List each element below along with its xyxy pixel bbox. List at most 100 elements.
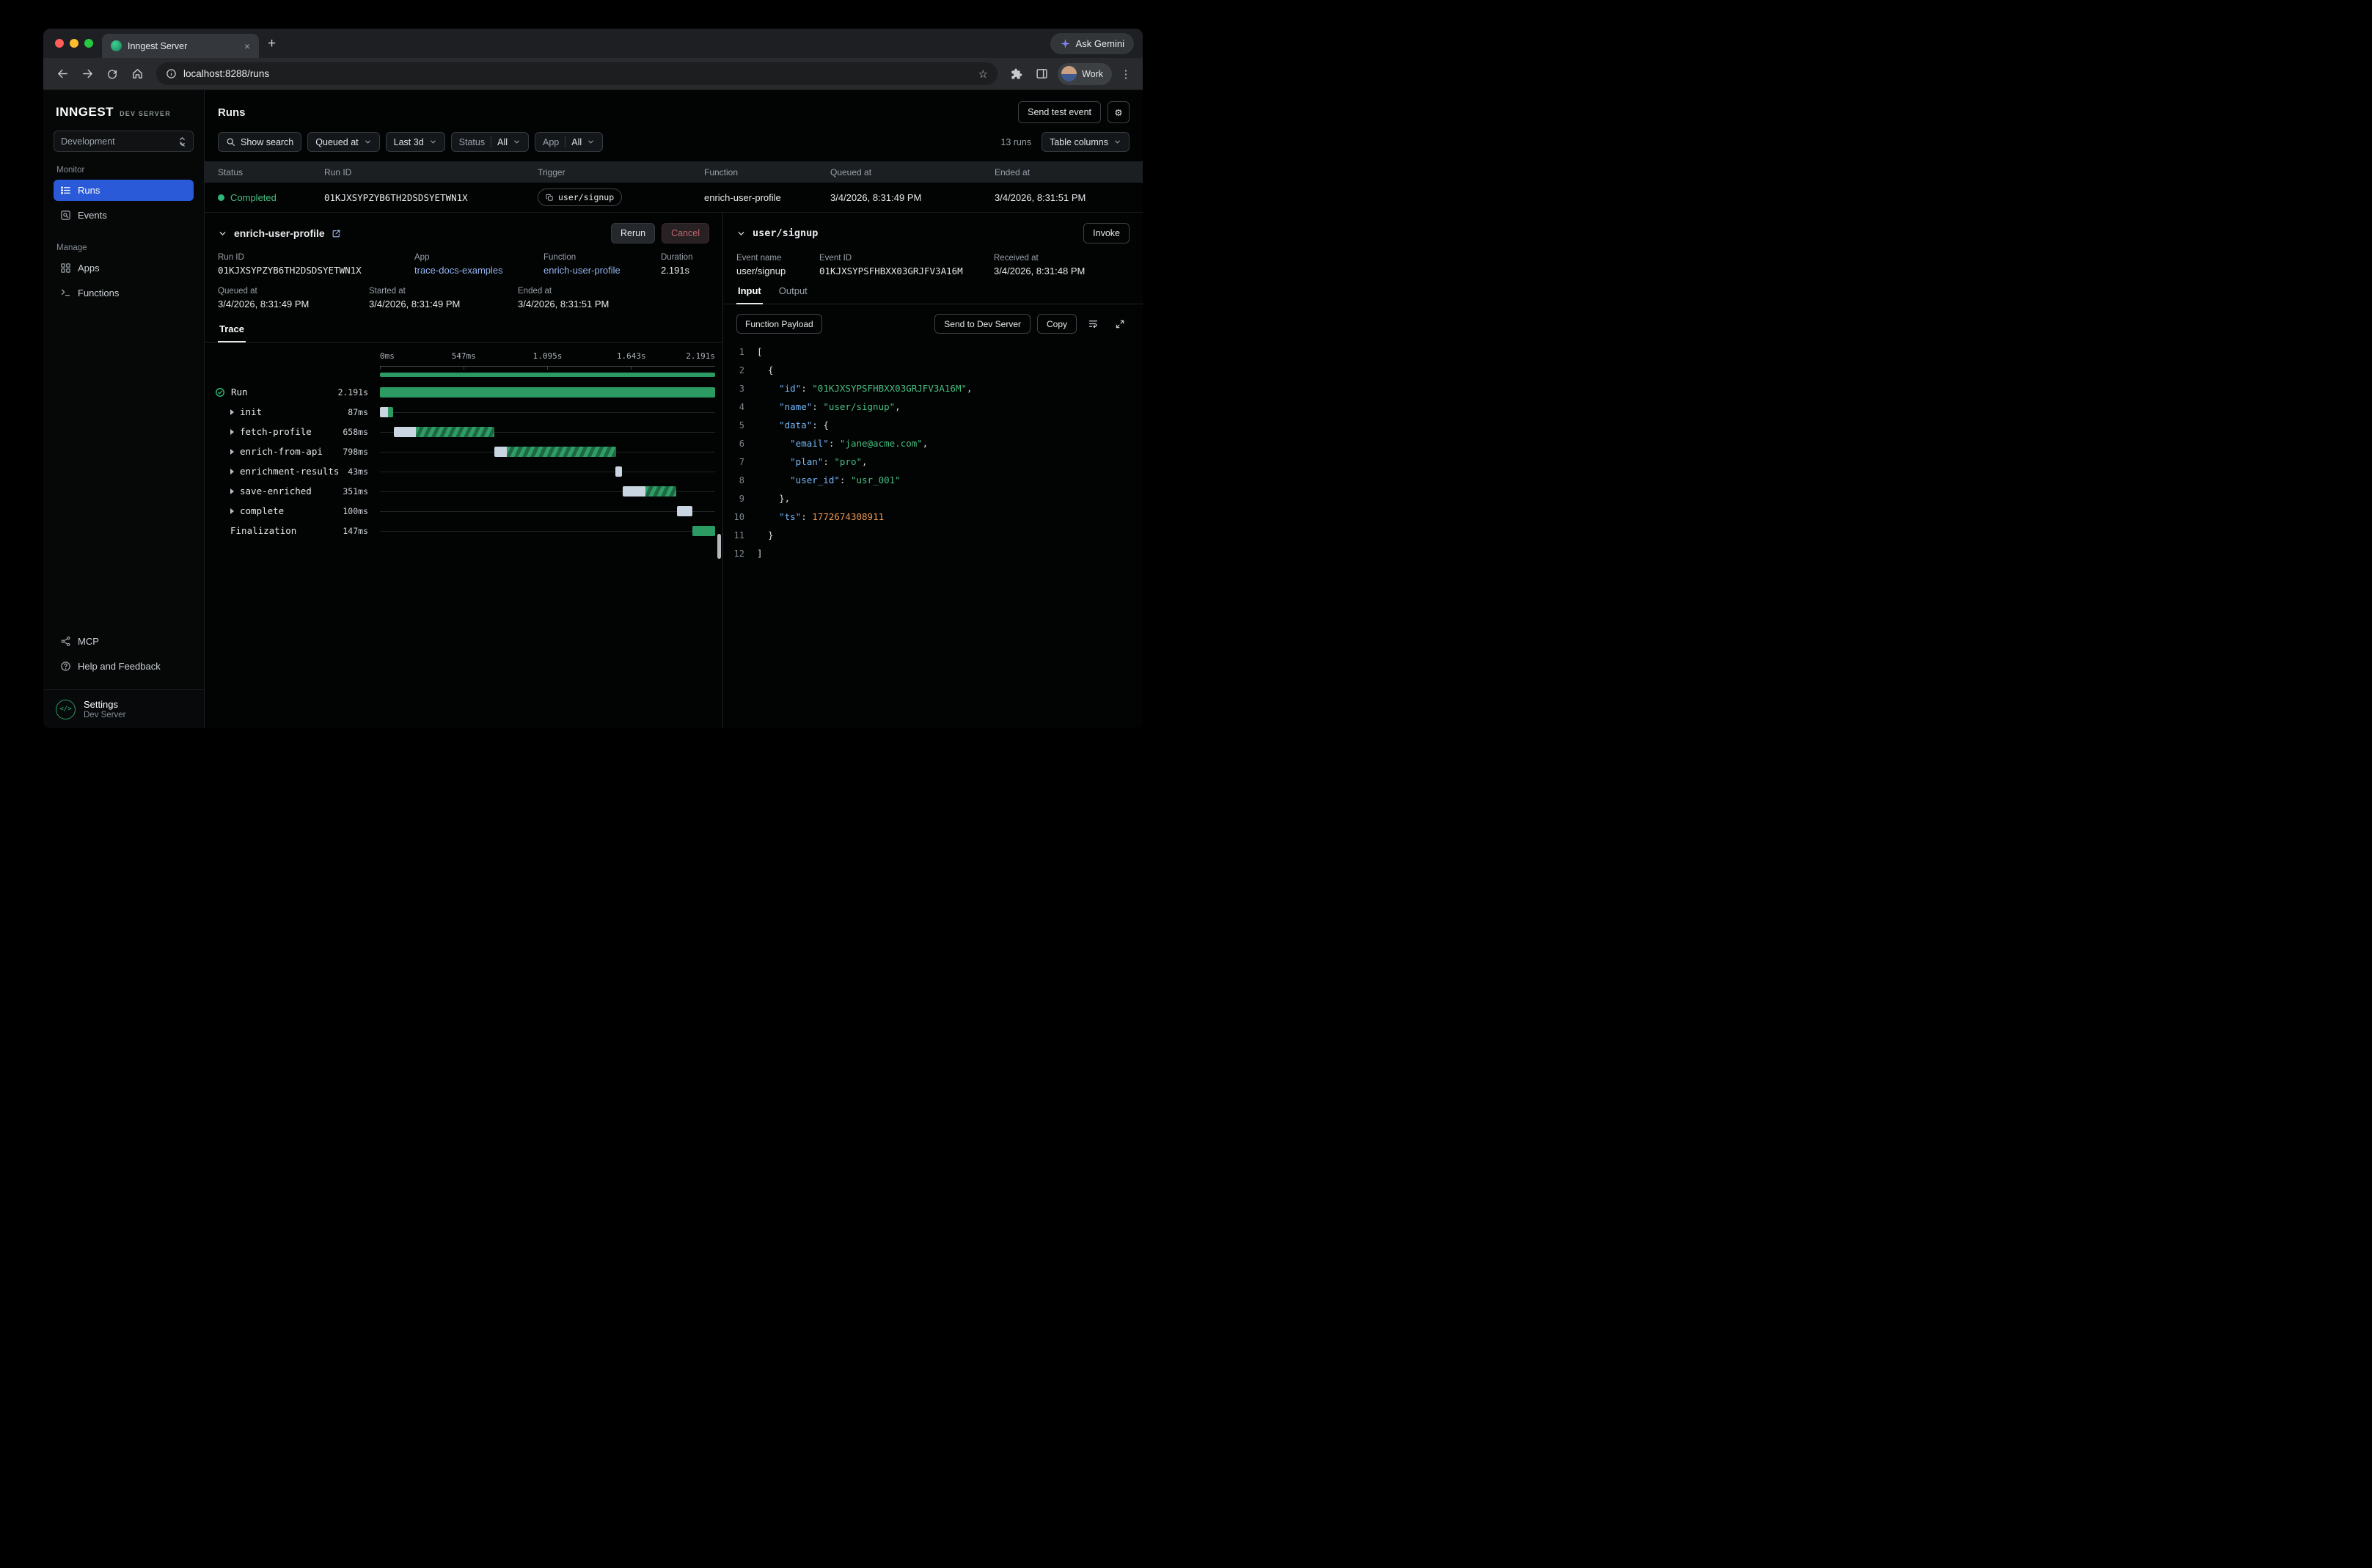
event-copy-icon — [546, 194, 554, 202]
tab-input[interactable]: Input — [736, 285, 763, 304]
extensions-button[interactable] — [1005, 62, 1028, 86]
trace-bar[interactable] — [692, 526, 715, 536]
expand-arrow-icon[interactable] — [230, 469, 234, 475]
cancel-button[interactable]: Cancel — [662, 223, 709, 243]
ended-at-cell: 3/4/2026, 8:31:51 PM — [995, 192, 1130, 203]
minimize-window-button[interactable] — [70, 39, 78, 48]
table-columns-button[interactable]: Table columns — [1042, 132, 1130, 152]
trace-row[interactable]: Run2.191s — [215, 382, 715, 402]
runs-count: 13 runs — [1000, 137, 1036, 147]
trace-row[interactable]: enrichment-results43ms — [215, 461, 715, 481]
dev-server-badge: DEV SERVER — [120, 110, 171, 117]
close-window-button[interactable] — [55, 39, 64, 48]
expand-arrow-icon[interactable] — [230, 449, 234, 455]
external-link-icon[interactable] — [332, 229, 341, 238]
browser-tab[interactable]: Inngest Server × — [102, 34, 259, 58]
trace-step-duration: 147ms — [343, 526, 368, 536]
profile-chip[interactable]: Work — [1058, 63, 1112, 85]
event-id-label: Event ID — [819, 254, 994, 263]
environment-select[interactable]: Development — [54, 131, 194, 152]
app-filter[interactable]: App All — [535, 132, 603, 152]
line-number: 10 — [723, 512, 757, 522]
code-line: 10 "ts": 1772674308911 — [723, 508, 1143, 526]
settings-gear-button[interactable]: ⚙ — [1108, 101, 1130, 123]
trace-bar[interactable] — [623, 486, 676, 497]
trace-bar[interactable] — [677, 506, 692, 516]
page-title: Runs — [218, 106, 246, 119]
sidebar-item-events[interactable]: Events — [54, 205, 194, 226]
home-button[interactable] — [125, 62, 149, 86]
trace-row[interactable]: enrich-from-api798ms — [215, 442, 715, 461]
time-range-filter[interactable]: Last 3d — [386, 132, 445, 152]
sidebar-item-functions[interactable]: Functions — [54, 282, 194, 304]
address-bar[interactable]: localhost:8288/runs ☆ — [156, 62, 998, 85]
back-button[interactable] — [51, 62, 74, 86]
trace-step-duration: 87ms — [348, 407, 368, 417]
reload-button[interactable] — [100, 62, 124, 86]
table-row[interactable]: Completed 01KJXSYPZYB6TH2DSDSYETWN1X use… — [205, 183, 1143, 213]
collapse-chevron-icon[interactable] — [218, 229, 227, 238]
tab-trace[interactable]: Trace — [218, 323, 246, 342]
code-text: "ts": 1772674308911 — [757, 511, 884, 522]
settings-footer[interactable]: </> Settings Dev Server — [43, 689, 204, 728]
trace-step-duration: 351ms — [343, 486, 368, 497]
function-payload-chip[interactable]: Function Payload — [736, 314, 822, 334]
trace-bar[interactable] — [394, 427, 494, 437]
site-info-icon[interactable] — [166, 68, 177, 79]
sidebar-item-apps[interactable]: Apps — [54, 257, 194, 279]
tab-output[interactable]: Output — [777, 285, 809, 304]
trace-row[interactable]: init87ms — [215, 402, 715, 422]
line-number: 8 — [723, 475, 757, 486]
expand-arrow-icon[interactable] — [230, 409, 234, 415]
sidebar-item-help[interactable]: Help and Feedback — [54, 656, 194, 677]
trigger-badge[interactable]: user/signup — [538, 188, 622, 206]
ask-gemini-button[interactable]: Ask Gemini — [1050, 33, 1134, 54]
close-tab-icon[interactable]: × — [243, 40, 252, 52]
run-status-cell: Completed — [218, 192, 324, 203]
word-wrap-button[interactable] — [1083, 314, 1103, 334]
sidebar-item-mcp[interactable]: MCP — [54, 631, 194, 652]
collapse-chevron-icon[interactable] — [736, 229, 746, 238]
forward-button[interactable] — [76, 62, 99, 86]
browser-menu-button[interactable]: ⋮ — [1116, 67, 1135, 81]
send-to-dev-server-button[interactable]: Send to Dev Server — [934, 314, 1031, 334]
show-search-button[interactable]: Show search — [218, 132, 301, 152]
code-line: 5 "data": { — [723, 416, 1143, 434]
send-test-event-button[interactable]: Send test event — [1018, 101, 1101, 123]
status-filter-value: All — [497, 137, 508, 147]
trace-row[interactable]: fetch-profile658ms — [215, 422, 715, 442]
copy-button[interactable]: Copy — [1037, 314, 1077, 334]
zoom-window-button[interactable] — [84, 39, 93, 48]
queued-at-filter[interactable]: Queued at — [307, 132, 379, 152]
side-panel-button[interactable] — [1030, 62, 1053, 86]
function-link[interactable]: enrich-user-profile — [543, 265, 661, 276]
trace-label-spacer — [215, 364, 380, 370]
trace-row[interactable]: Finalization147ms — [215, 521, 715, 541]
rerun-button[interactable]: Rerun — [611, 223, 655, 243]
run-detail-panel: enrich-user-profile Rerun Cancel Run ID … — [205, 213, 723, 728]
line-number: 5 — [723, 420, 757, 431]
back-arrow-icon — [56, 67, 69, 80]
trace-row[interactable]: save-enriched351ms — [215, 481, 715, 501]
trace-bar[interactable] — [380, 407, 393, 417]
trace-bar[interactable] — [615, 466, 622, 477]
trace-row[interactable]: complete100ms — [215, 501, 715, 521]
sidebar-item-runs[interactable]: Runs — [54, 180, 194, 201]
trace-bar[interactable] — [494, 447, 616, 457]
expand-arrow-icon[interactable] — [230, 488, 234, 494]
event-detail-panel: user/signup Invoke Event name user/signu… — [723, 213, 1143, 728]
bookmark-star-icon[interactable]: ☆ — [978, 67, 988, 81]
trace-bar-segment-hatch — [507, 447, 616, 457]
status-filter[interactable]: Status All — [451, 132, 529, 152]
invoke-button[interactable]: Invoke — [1083, 223, 1130, 243]
trace-bar[interactable] — [380, 387, 715, 398]
trace-tick: 2.191s — [686, 351, 715, 361]
panel-scrollbar[interactable] — [717, 534, 721, 559]
trace-tick: 1.095s — [533, 351, 563, 361]
run-id-label: Run ID — [218, 253, 414, 262]
expand-arrow-icon[interactable] — [230, 508, 234, 514]
expand-button[interactable] — [1110, 314, 1130, 334]
expand-arrow-icon[interactable] — [230, 429, 234, 435]
new-tab-button[interactable]: + — [259, 37, 285, 51]
app-link[interactable]: trace-docs-examples — [414, 265, 543, 276]
